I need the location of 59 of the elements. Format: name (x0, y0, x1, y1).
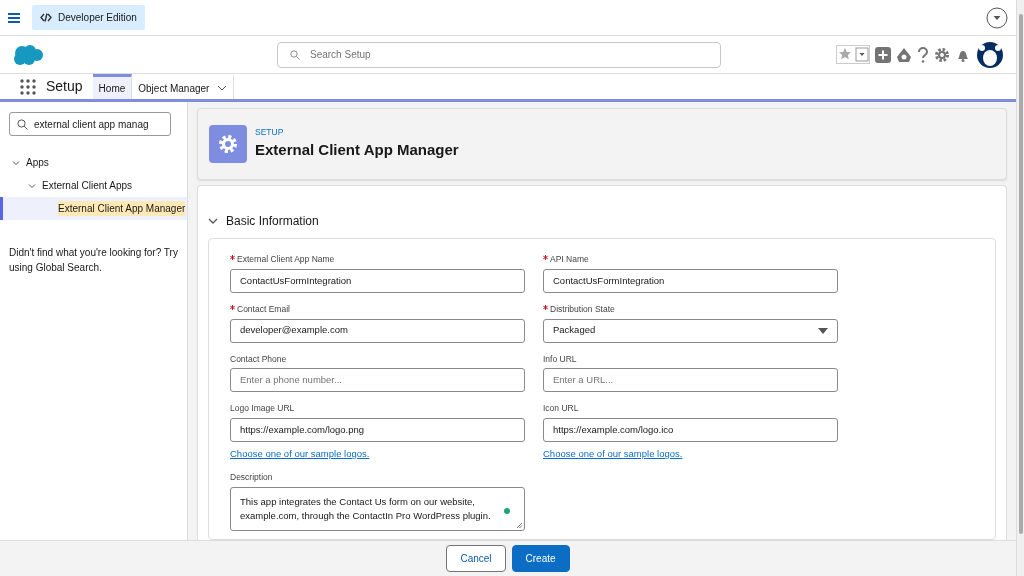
section-header[interactable]: Basic Information (208, 212, 319, 230)
search-icon (290, 49, 300, 60)
search-icon (17, 118, 28, 130)
input-field[interactable]: ContactUsFormIntegration (543, 268, 838, 293)
eyebrow-label: SETUP (255, 126, 285, 140)
caret-icon (818, 327, 828, 334)
field-label: Distribution State (543, 302, 838, 316)
field-label: Logo Image URL (230, 402, 296, 415)
menu-icon[interactable] (8, 12, 20, 23)
gear-icon (209, 125, 247, 163)
dropdown-icon[interactable] (986, 6, 1008, 29)
status-dot-icon (504, 508, 510, 514)
search-field[interactable]: Search Setup (277, 41, 721, 68)
field-label: Info URL (543, 352, 578, 366)
nav-tab[interactable]: Object Manager (132, 74, 235, 99)
input-field[interactable]: Enter a URL... (543, 368, 838, 393)
app-name: Setup (46, 77, 83, 96)
sample-logos-link[interactable]: Choose one of our sample logos. (543, 447, 683, 462)
app-launcher-icon[interactable] (20, 78, 36, 95)
input-field[interactable]: https://example.com/logo.png (230, 418, 525, 442)
field-label: Contact Email (230, 302, 525, 316)
tree-item[interactable]: External Client Apps (0, 174, 187, 197)
select-field[interactable]: Packaged (543, 318, 838, 343)
avatar-icon[interactable] (976, 40, 1004, 69)
field-label: Contact Phone (230, 352, 288, 366)
required-icon (230, 255, 235, 260)
create-button[interactable]: Create (511, 545, 570, 572)
tree-item[interactable]: Apps (0, 151, 187, 174)
required-icon (230, 304, 235, 310)
tree-item[interactable]: External Client App Manager (0, 197, 187, 220)
resize-grip-icon (516, 522, 523, 529)
text-area[interactable]: This app integrates the Contact Us form on our website, example.com, through the ContactIn Pro WordPress plugin. (230, 487, 525, 531)
required-icon (543, 255, 548, 260)
field-label: Description (230, 471, 274, 484)
chevron-down-icon (217, 85, 228, 91)
field-label: API Name (543, 253, 838, 266)
chevron-down-icon (208, 216, 218, 226)
sample-logos-link[interactable]: Choose one of our sample logos. (230, 447, 370, 462)
settings-icon[interactable] (934, 46, 950, 63)
input-field[interactable]: https://example.com/logo.ico (543, 418, 838, 442)
help-text: Didn't find what you're looking for? Try using Global Search. (8, 246, 179, 275)
required-icon (543, 304, 548, 310)
help-icon[interactable] (917, 46, 929, 63)
cloud-logo (12, 43, 44, 66)
chevron-down-icon (12, 158, 20, 167)
scrollbar[interactable] (1016, 0, 1024, 576)
edition-badge: Developer Edition (32, 5, 145, 30)
chevron-down-icon (28, 181, 36, 190)
page-title: External Client App Manager (255, 140, 459, 161)
input-field[interactable]: ContactUsFormIntegration (230, 268, 525, 293)
cancel-button[interactable]: Cancel (446, 545, 506, 572)
search-field[interactable]: external client app manag (9, 112, 171, 136)
field-label: Icon URL (543, 402, 580, 415)
input-field[interactable]: developer@example.com (230, 318, 525, 343)
input-field[interactable]: Enter a phone number... (230, 368, 525, 393)
field-label: External Client App Name (230, 253, 525, 266)
plus-icon[interactable] (875, 46, 891, 63)
code-icon (40, 13, 52, 22)
nav-tab[interactable]: Home (92, 74, 133, 99)
